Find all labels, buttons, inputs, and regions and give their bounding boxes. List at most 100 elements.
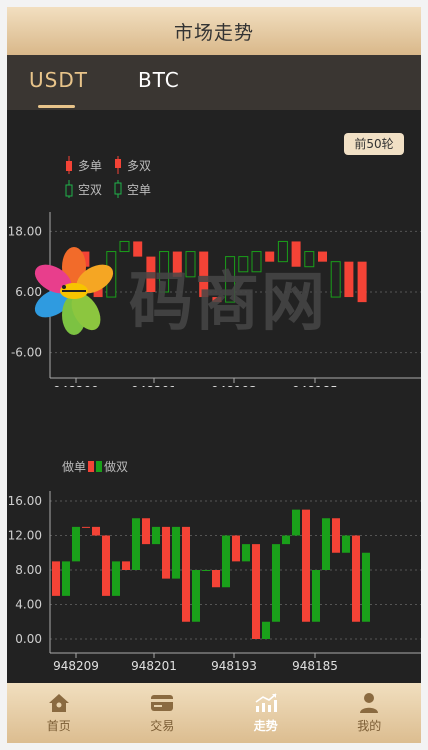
x-tick-label: 948201 — [131, 384, 177, 387]
bar — [122, 561, 130, 570]
candle — [277, 240, 288, 263]
legend-item: 空单 — [112, 179, 151, 199]
candle — [304, 251, 315, 268]
nav-item-trade[interactable]: 交易 — [111, 683, 215, 743]
bar — [212, 570, 220, 588]
candle — [291, 241, 301, 267]
x-tick-label: 948193 — [211, 659, 257, 673]
bar — [112, 561, 120, 596]
candlestick-chart: 18.00 6.00 -6.00 948209 948201 948193 948185 — [8, 212, 421, 387]
legend-item: 多双 — [112, 155, 151, 175]
bar — [242, 544, 250, 562]
legend-swatch-red — [88, 461, 95, 472]
x-tick-label: 948209 — [53, 384, 99, 387]
y-tick-label: 18.00 — [8, 224, 42, 238]
bar — [192, 570, 200, 622]
round-filter-button[interactable]: 前50轮 — [344, 133, 404, 155]
x-tick-label: 948193 — [211, 384, 257, 387]
candle-filled-red-icon — [115, 156, 122, 174]
bar — [342, 535, 350, 553]
x-tick-label: 948201 — [131, 659, 177, 673]
bar — [222, 535, 230, 588]
bar — [102, 535, 110, 596]
trend-icon — [255, 693, 277, 712]
bar — [52, 561, 60, 596]
candle-hollow-green-icon — [114, 180, 122, 198]
legend-item: 多单 — [63, 155, 102, 175]
legend-label: 多单 — [78, 158, 103, 173]
candle — [185, 251, 196, 278]
candle — [66, 251, 77, 273]
bar — [332, 518, 340, 553]
candle-filled-red-icon — [66, 156, 72, 174]
bar — [352, 535, 360, 622]
y-tick-label: -6.00 — [11, 346, 42, 360]
bottom-nav: 首页 交易 走势 我的 — [7, 683, 421, 743]
legend-label-b: 做双 — [104, 460, 129, 474]
bar — [172, 526, 180, 579]
legend-label-a: 做单 — [62, 460, 87, 474]
bar — [302, 509, 310, 622]
legend-swatch-green — [96, 461, 103, 472]
tab-usdt[interactable]: USDT — [29, 55, 88, 110]
tab-btc[interactable]: BTC — [138, 55, 180, 110]
bar — [162, 526, 170, 579]
bar — [232, 535, 240, 562]
x-tick-label: 948185 — [292, 384, 338, 387]
legend-label: 多双 — [127, 158, 152, 173]
nav-label: 首页 — [46, 719, 71, 733]
nav-label: 走势 — [253, 719, 278, 733]
bar — [282, 535, 290, 545]
y-tick-label: 8.00 — [15, 563, 42, 577]
candle — [172, 251, 182, 277]
legend-label: 空双 — [78, 182, 103, 197]
candle — [146, 256, 156, 292]
bar — [292, 509, 300, 536]
candle — [357, 261, 367, 303]
candle — [212, 297, 222, 303]
bar — [72, 526, 80, 562]
user-icon — [360, 693, 379, 713]
y-tick-label: 16.00 — [8, 494, 42, 508]
bar — [92, 526, 100, 536]
bar — [132, 518, 140, 570]
candle-hollow-green-icon — [65, 180, 73, 198]
legend-label: 空单 — [127, 182, 152, 197]
candle — [119, 240, 130, 253]
nav-label: 交易 — [150, 719, 175, 733]
y-tick-label: 6.00 — [15, 285, 42, 299]
currency-tabs: USDT BTC — [7, 55, 421, 110]
candle — [106, 251, 117, 298]
nav-item-trend[interactable]: 走势 — [214, 683, 318, 743]
x-tick-label: 948209 — [53, 659, 99, 673]
candle — [344, 261, 354, 298]
candle — [251, 251, 262, 273]
candle — [225, 256, 236, 303]
candle — [330, 261, 341, 298]
bar — [182, 526, 190, 622]
bar — [262, 621, 270, 639]
nav-item-home[interactable]: 首页 — [7, 683, 111, 743]
y-tick-label: 4.00 — [15, 598, 42, 612]
candle — [133, 241, 143, 257]
x-tick-label: 948185 — [292, 659, 338, 673]
bar — [362, 552, 370, 622]
nav-label: 我的 — [357, 719, 382, 733]
bar — [312, 570, 320, 622]
bar — [252, 544, 260, 639]
bar — [62, 561, 70, 596]
y-tick-label: 12.00 — [8, 529, 42, 543]
candle — [238, 256, 249, 273]
bar — [202, 570, 210, 571]
candle — [199, 251, 209, 298]
bar — [82, 526, 90, 528]
home-icon — [48, 694, 69, 712]
candle — [54, 271, 63, 292]
app-frame: 市场走势 USDT BTC 前50轮 多单 多双 空双 空单 18.00 6.0… — [7, 7, 421, 743]
tab-active-indicator — [38, 105, 75, 108]
bar — [272, 544, 280, 622]
wallet-icon — [151, 695, 174, 711]
nav-item-mine[interactable]: 我的 — [318, 683, 422, 743]
candle — [318, 251, 327, 262]
bar-chart: 16.00 12.00 8.00 4.00 0.00 948209 948201 948193… — [8, 491, 421, 673]
